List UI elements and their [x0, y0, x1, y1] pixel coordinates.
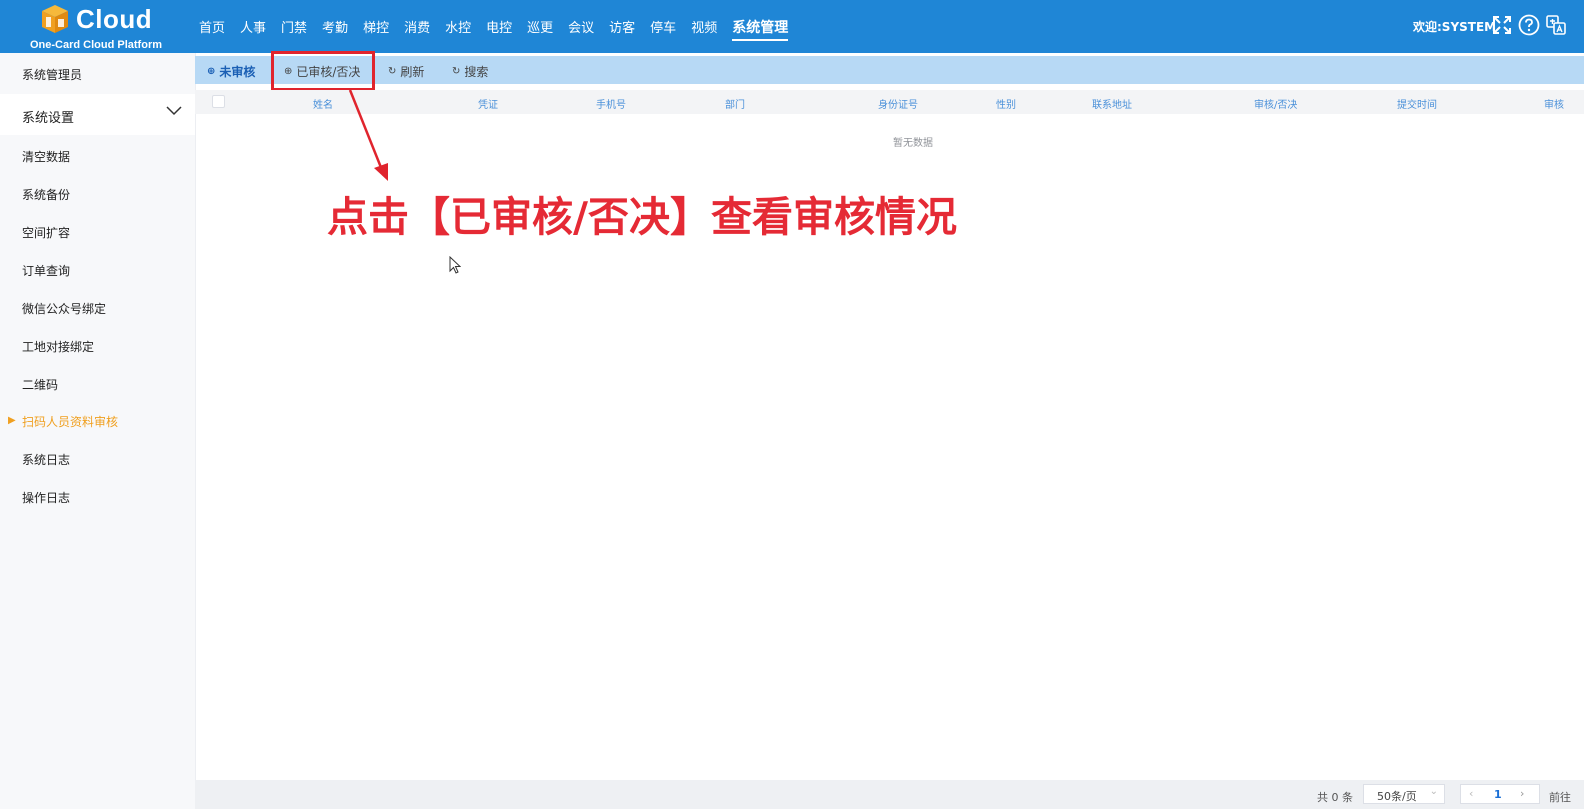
- refresh-button[interactable]: ↻ 刷新: [388, 63, 424, 80]
- next-page-icon[interactable]: ›: [1520, 787, 1524, 800]
- pager: ‹ 1 ›: [1460, 784, 1540, 804]
- annotation-highlight-box: [271, 51, 375, 91]
- chevron-down-icon: ⌄: [1429, 786, 1438, 797]
- select-all-checkbox[interactable]: [212, 95, 225, 108]
- sidebar-item-operation-log[interactable]: 操作日志: [22, 489, 70, 506]
- nav-item-meeting[interactable]: 会议: [568, 17, 594, 36]
- nav-item-elevator[interactable]: 梯控: [363, 17, 389, 36]
- column-header-address[interactable]: 联系地址: [1092, 96, 1132, 111]
- chevron-down-icon[interactable]: [166, 106, 182, 116]
- active-indicator-icon: ▶: [8, 415, 16, 426]
- unaudited-label: 未审核: [219, 65, 256, 79]
- help-icon[interactable]: [1518, 14, 1540, 36]
- nav-item-personnel[interactable]: 人事: [240, 17, 266, 36]
- search-icon: ↻: [452, 66, 461, 77]
- sidebar-title: 系统管理员: [22, 68, 83, 82]
- sidebar-item-site-binding[interactable]: 工地对接绑定: [22, 338, 94, 355]
- sidebar-item-system-log[interactable]: 系统日志: [22, 451, 70, 468]
- column-header-audit[interactable]: 审核: [1544, 96, 1564, 111]
- column-header-audit-status[interactable]: 审核/否决: [1254, 96, 1297, 111]
- sidebar-section-label: 系统设置: [22, 111, 75, 126]
- prev-page-icon[interactable]: ‹: [1469, 787, 1473, 800]
- nav-item-video[interactable]: 视频: [691, 17, 717, 36]
- fullscreen-icon[interactable]: [1491, 14, 1513, 36]
- page-size-value: 50条/页: [1377, 790, 1417, 803]
- nav-item-consumption[interactable]: 消费: [404, 17, 430, 36]
- annotation-arrow-icon: [348, 89, 388, 181]
- logo-text: Cloud: [76, 4, 153, 34]
- column-header-submit-time[interactable]: 提交时间: [1397, 96, 1437, 111]
- plus-circle-icon: ⊕: [207, 66, 216, 77]
- page-size-select[interactable]: 50条/页 ⌄: [1363, 784, 1445, 804]
- column-header-gender[interactable]: 性别: [996, 96, 1016, 111]
- nav-item-attendance[interactable]: 考勤: [322, 17, 348, 36]
- welcome-user[interactable]: 欢迎:SYSTEM: [1413, 18, 1496, 35]
- total-count: 共 0 条: [1317, 791, 1353, 804]
- nav-item-visitor[interactable]: 访客: [609, 17, 635, 36]
- logo-subtitle: One-Card Cloud Platform: [30, 39, 163, 51]
- sidebar-item-scan-audit[interactable]: 扫码人员资料审核: [22, 413, 118, 430]
- refresh-label: 刷新: [400, 65, 425, 79]
- sidebar-item-wechat-binding[interactable]: 微信公众号绑定: [22, 300, 106, 317]
- nav-item-electric[interactable]: 电控: [486, 17, 512, 36]
- annotation-instruction: 点击【已审核/否决】查看审核情况: [327, 193, 957, 241]
- current-page[interactable]: 1: [1494, 788, 1502, 801]
- search-label: 搜索: [464, 65, 489, 79]
- sidebar-item-qrcode[interactable]: 二维码: [22, 376, 58, 393]
- nav-item-system-management[interactable]: 系统管理: [732, 17, 789, 41]
- column-header-phone[interactable]: 手机号: [596, 96, 626, 111]
- language-icon[interactable]: [1545, 14, 1567, 36]
- column-header-department[interactable]: 部门: [725, 96, 745, 111]
- unaudited-button[interactable]: ⊕ 未审核: [207, 63, 255, 80]
- nav-item-home[interactable]: 首页: [199, 17, 225, 36]
- search-button[interactable]: ↻ 搜索: [452, 63, 488, 80]
- mouse-cursor-icon: [449, 256, 461, 274]
- sidebar-section-system-settings[interactable]: 系统设置: [0, 94, 195, 135]
- sidebar-item-order-query[interactable]: 订单查询: [22, 262, 70, 279]
- column-header-credential[interactable]: 凭证: [478, 96, 498, 111]
- logo[interactable]: Cloud One-Card Cloud Platform: [30, 0, 198, 53]
- pagination-bar: 共 0 条 50条/页 ⌄ ‹ 1 › 前往: [195, 780, 1584, 809]
- refresh-icon: ↻: [388, 66, 397, 77]
- column-header-id-number[interactable]: 身份证号: [878, 96, 918, 111]
- sidebar-item-clear-data[interactable]: 清空数据: [22, 148, 70, 165]
- sidebar-item-system-backup[interactable]: 系统备份: [22, 186, 70, 203]
- top-header: Cloud One-Card Cloud Platform 首页 人事 门禁 考…: [0, 0, 1584, 53]
- main-nav: 首页 人事 门禁 考勤 梯控 消费 水控 电控 巡更 会议 访客 停车 视频 系…: [199, 0, 803, 53]
- sidebar-item-space-expansion[interactable]: 空间扩容: [22, 224, 70, 241]
- cube-logo-icon: [42, 5, 68, 33]
- nav-item-water[interactable]: 水控: [445, 17, 471, 36]
- nav-item-parking[interactable]: 停车: [650, 17, 676, 36]
- nav-item-patrol[interactable]: 巡更: [527, 17, 553, 36]
- sidebar: 系统管理员 系统设置: [0, 53, 196, 809]
- goto-page-label: 前往: [1549, 791, 1571, 804]
- nav-item-access-control[interactable]: 门禁: [281, 17, 307, 36]
- empty-table-message: 暂无数据: [893, 138, 933, 149]
